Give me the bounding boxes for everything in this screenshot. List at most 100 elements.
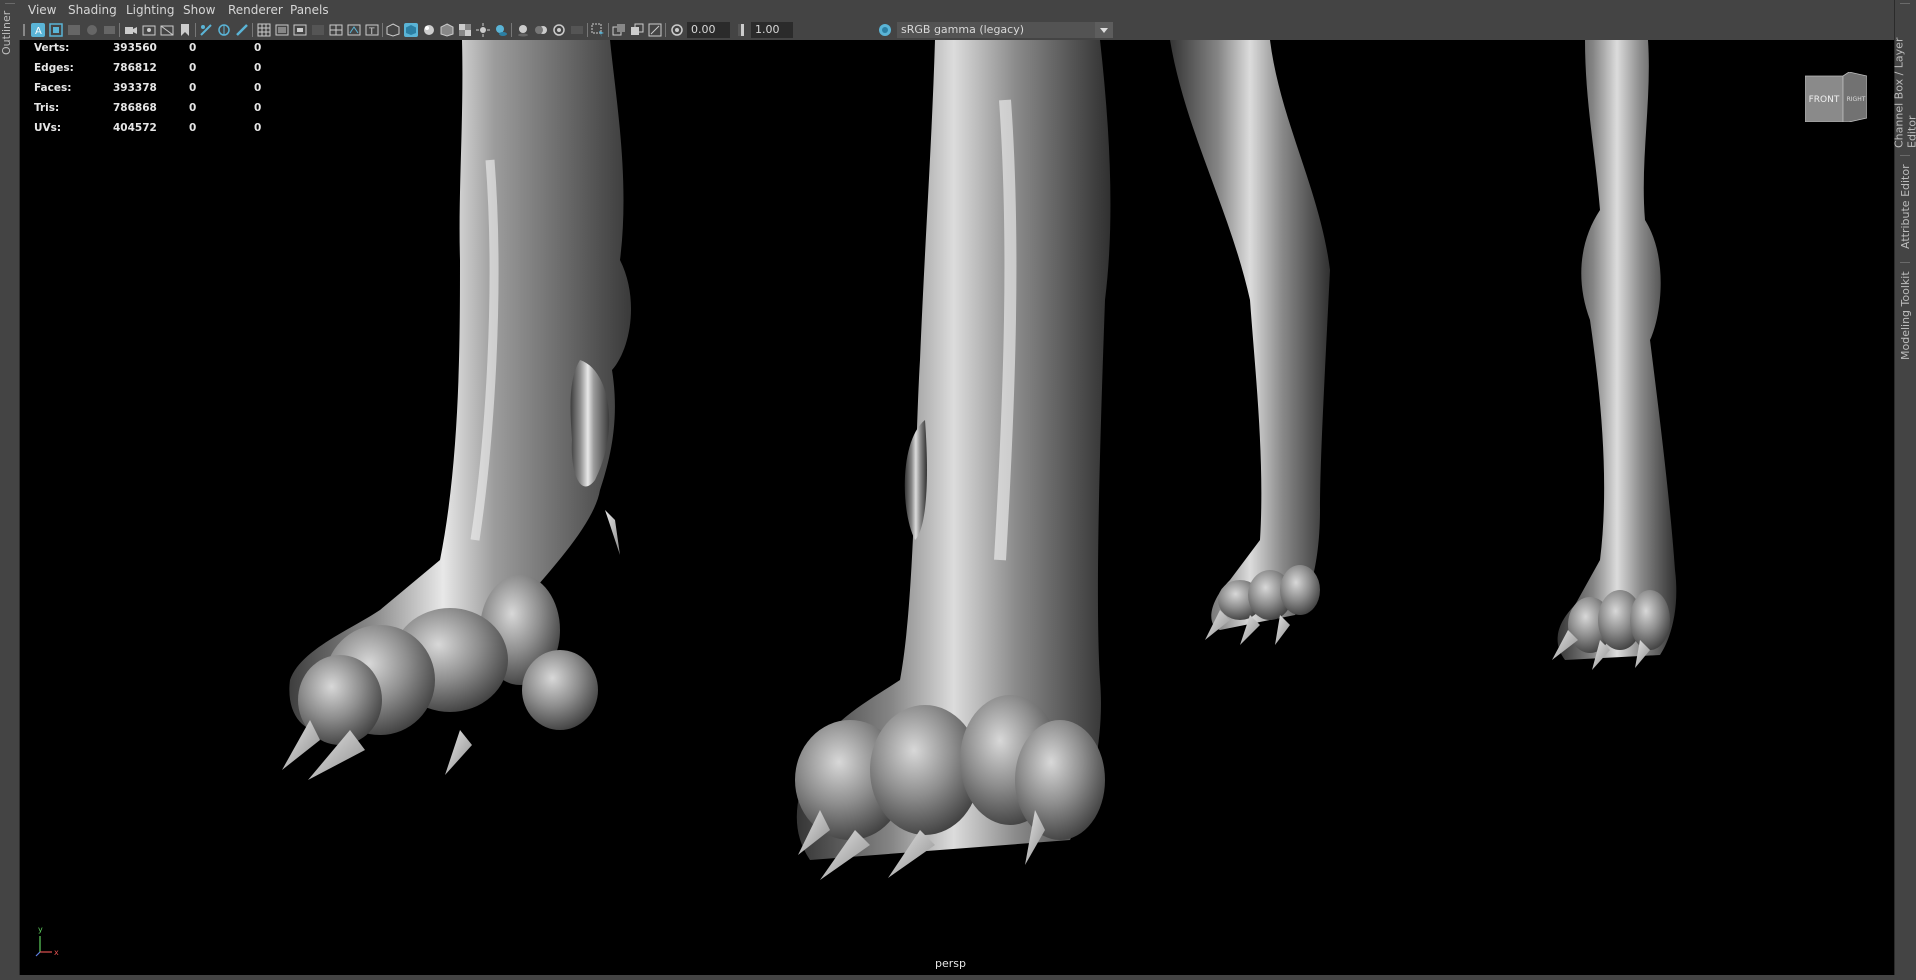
2d-pan-zoom-icon[interactable] xyxy=(103,23,117,37)
hud-selected: 0 xyxy=(189,102,197,114)
isolate-select-icon[interactable] xyxy=(591,23,605,37)
smooth-shade-icon[interactable] xyxy=(404,23,418,37)
sculpted-paws-model[interactable] xyxy=(20,40,1894,975)
axis-gizmo: y x xyxy=(35,925,59,957)
field-chart-icon[interactable] xyxy=(329,23,343,37)
hud-selected: 0 xyxy=(189,42,197,54)
outliner-tab[interactable]: Outliner xyxy=(0,8,19,58)
toolbar-separator xyxy=(665,23,666,37)
camera-attributes-icon[interactable] xyxy=(49,23,63,37)
panel-menubar: View Shading Lighting Show Renderer Pane… xyxy=(19,0,1895,20)
axis-x-label: x xyxy=(54,948,59,957)
hud-components: 0 xyxy=(254,62,262,74)
hud-selected: 0 xyxy=(189,82,197,94)
resolution-gate-icon[interactable] xyxy=(293,23,307,37)
grease-pencil-icon[interactable] xyxy=(199,23,213,37)
depth-of-field-icon[interactable] xyxy=(570,23,584,37)
shadows-icon[interactable] xyxy=(494,23,508,37)
panel-divider xyxy=(1900,3,1910,4)
multisample-aa-icon[interactable] xyxy=(552,23,566,37)
xray-joints-toggle-icon[interactable] xyxy=(648,23,662,37)
default-material-icon[interactable] xyxy=(422,23,436,37)
viewcube-right-face[interactable]: RIGHT xyxy=(1847,96,1866,103)
menu-show[interactable]: Show xyxy=(183,3,215,17)
axis-y-label: y xyxy=(38,925,43,934)
viewcube-front-face[interactable]: FRONT xyxy=(1809,95,1840,105)
film-gate-toggle-icon[interactable] xyxy=(275,23,289,37)
pencil-icon[interactable] xyxy=(235,23,249,37)
lights-icon[interactable] xyxy=(476,23,490,37)
gate-mask-icon[interactable] xyxy=(142,23,156,37)
right-dock-panel: Channel Box / Layer Editor Attribute Edi… xyxy=(1893,0,1916,980)
panel-divider xyxy=(1900,155,1910,156)
gamma-icon[interactable] xyxy=(734,23,748,37)
hud-total: 404572 xyxy=(113,122,157,134)
menu-shading[interactable]: Shading xyxy=(68,3,117,17)
toolbar-separator xyxy=(587,23,588,37)
wireframe-on-shaded-icon[interactable] xyxy=(440,23,454,37)
svg-text:A: A xyxy=(35,26,42,37)
xray-joints-icon[interactable] xyxy=(217,23,231,37)
3d-viewport[interactable]: Verts: 393560 0 0 Edges: 786812 0 0 Face… xyxy=(20,40,1894,975)
xray-icon[interactable] xyxy=(612,23,626,37)
safe-action-icon[interactable] xyxy=(347,23,361,37)
toolbar-grip-icon xyxy=(23,24,25,36)
hud-total: 393560 xyxy=(113,42,157,54)
camera-name-label: persp xyxy=(935,957,966,970)
hud-components: 0 xyxy=(254,82,262,94)
bottom-border xyxy=(0,975,1916,980)
color-space-dropdown[interactable]: sRGB gamma (legacy) xyxy=(897,22,1113,38)
channel-box-tab[interactable]: Channel Box / Layer Editor xyxy=(1893,8,1916,148)
safe-title-icon[interactable]: T xyxy=(365,23,379,37)
select-camera-icon[interactable]: A xyxy=(31,23,45,37)
hud-label: Tris: xyxy=(34,102,60,114)
toolbar-separator xyxy=(511,23,512,37)
exposure-icon[interactable] xyxy=(670,23,684,37)
ambient-occlusion-icon[interactable] xyxy=(516,23,530,37)
hud-label: Faces: xyxy=(34,82,72,94)
svg-text:T: T xyxy=(368,27,375,37)
menu-lighting[interactable]: Lighting xyxy=(126,3,175,17)
textured-icon[interactable] xyxy=(458,23,472,37)
motion-blur-icon[interactable] xyxy=(534,23,548,37)
hud-selected: 0 xyxy=(189,62,197,74)
hud-components: 0 xyxy=(254,42,262,54)
hud-label: Edges: xyxy=(34,62,74,74)
toolbar-separator xyxy=(252,23,253,37)
xray-active-components-icon[interactable] xyxy=(630,23,644,37)
wireframe-icon[interactable] xyxy=(386,23,400,37)
hud-selected: 0 xyxy=(189,122,197,134)
modeling-toolkit-tab[interactable]: Modeling Toolkit xyxy=(1896,270,1915,362)
camera-icon[interactable] xyxy=(124,23,138,37)
bookmarks-icon[interactable] xyxy=(67,23,81,37)
chevron-down-icon[interactable] xyxy=(1095,22,1113,38)
hud-components: 0 xyxy=(254,122,262,134)
panel-divider xyxy=(5,3,15,4)
color-management-icon[interactable] xyxy=(878,23,892,37)
hud-total: 393378 xyxy=(113,82,157,94)
gamma-field[interactable]: 1.00 xyxy=(751,22,793,38)
grid-icon[interactable] xyxy=(257,23,271,37)
film-gate-icon[interactable] xyxy=(160,23,174,37)
panel-toolbar: A T 0.00 1.00 sRGB gamma (legacy) xyxy=(19,20,1895,40)
bookmark-icon[interactable] xyxy=(178,23,192,37)
hud-components: 0 xyxy=(254,102,262,114)
toolbar-separator xyxy=(608,23,609,37)
hud-total: 786812 xyxy=(113,62,157,74)
toolbar-separator xyxy=(382,23,383,37)
hud-label: UVs: xyxy=(34,122,62,134)
panel-divider xyxy=(1900,262,1910,263)
hud-total: 786868 xyxy=(113,102,157,114)
attribute-editor-tab[interactable]: Attribute Editor xyxy=(1896,162,1915,252)
menu-renderer[interactable]: Renderer xyxy=(228,3,283,17)
toolbar-separator xyxy=(119,23,120,37)
viewcube[interactable]: FRONT RIGHT xyxy=(1805,72,1867,122)
gate-mask-toggle-icon[interactable] xyxy=(311,23,325,37)
menu-view[interactable]: View xyxy=(28,3,56,17)
toolbar-separator xyxy=(195,23,196,37)
image-plane-icon[interactable] xyxy=(85,23,99,37)
exposure-field[interactable]: 0.00 xyxy=(687,22,730,38)
outliner-panel[interactable]: Outliner xyxy=(0,0,20,980)
hud-label: Verts: xyxy=(34,42,70,54)
menu-panels[interactable]: Panels xyxy=(290,3,329,17)
